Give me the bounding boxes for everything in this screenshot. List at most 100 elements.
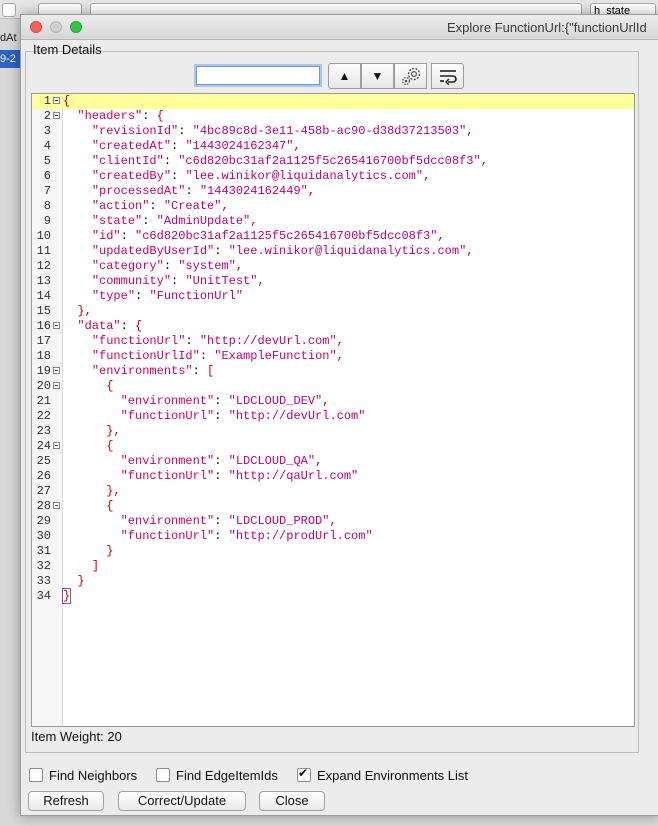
code-text: { <box>63 94 71 108</box>
code-text: "functionUrl": "http://prodUrl.com" <box>120 529 373 543</box>
code-line[interactable]: 5 "clientId": "c6d820bc31af2a1125f5c2654… <box>32 154 634 169</box>
code-area[interactable]: 1{2 "headers": {3 "revisionId": "4bc89c8… <box>32 94 634 604</box>
json-editor[interactable]: 1{2 "headers": {3 "revisionId": "4bc89c8… <box>31 93 635 727</box>
code-line[interactable]: 30 "functionUrl": "http://prodUrl.com" <box>32 529 634 544</box>
background-side-selected-row[interactable]: 9-2 <box>0 50 20 68</box>
item-details-label: Item Details <box>33 42 102 57</box>
fold-toggle-icon[interactable] <box>53 97 60 104</box>
code-line[interactable]: 19 "environments": [ <box>32 364 634 379</box>
close-button[interactable]: Close <box>259 791 325 811</box>
code-line[interactable]: 16 "data": { <box>32 319 634 334</box>
find-next-button[interactable]: ▼ <box>361 63 394 89</box>
line-number: 26 <box>36 469 51 483</box>
line-number: 16 <box>36 319 51 333</box>
item-weight-label: Item Weight: 20 <box>31 729 122 744</box>
code-text: "category": "system", <box>91 259 244 273</box>
code-text: "environment": "LDCLOUD_PROD", <box>120 514 337 528</box>
code-line[interactable]: 29 "environment": "LDCLOUD_PROD", <box>32 514 634 529</box>
find-neighbors-checkbox-row[interactable]: Find Neighbors <box>29 768 137 783</box>
line-number: 22 <box>36 409 51 423</box>
line-number: 19 <box>36 364 51 378</box>
code-line[interactable]: 10 "id": "c6d820bc31af2a1125f5c265416700… <box>32 229 634 244</box>
find-edgeitemids-checkbox[interactable] <box>156 768 170 782</box>
code-line[interactable]: 22 "functionUrl": "http://devUrl.com" <box>32 409 634 424</box>
line-number: 33 <box>36 574 51 588</box>
window-close-button[interactable] <box>30 21 42 33</box>
code-text: } <box>106 544 114 558</box>
line-number: 13 <box>36 274 51 288</box>
fold-toggle-icon[interactable] <box>53 322 60 329</box>
expand-environments-label: Expand Environments List <box>317 768 469 783</box>
background-stepper[interactable] <box>2 3 16 17</box>
code-line[interactable]: 11 "updatedByUserId": "lee.winikor@liqui… <box>32 244 634 259</box>
find-edgeitemids-checkbox-row[interactable]: Find EdgeItemIds <box>156 768 278 783</box>
code-line[interactable]: 7 "processedAt": "1443024162449", <box>32 184 634 199</box>
word-wrap-button[interactable] <box>431 63 464 89</box>
code-line[interactable]: 4 "createdAt": "1443024162347", <box>32 139 634 154</box>
code-line[interactable]: 25 "environment": "LDCLOUD_QA", <box>32 454 634 469</box>
code-line[interactable]: 28 { <box>32 499 634 514</box>
code-line[interactable]: 3 "revisionId": "4bc89c8d-3e11-458b-ac90… <box>32 124 634 139</box>
search-input[interactable] <box>196 66 320 85</box>
line-number: 3 <box>43 124 51 138</box>
find-previous-button[interactable]: ▲ <box>328 63 361 89</box>
code-line[interactable]: 26 "functionUrl": "http://qaUrl.com" <box>32 469 634 484</box>
code-line[interactable]: 13 "community": "UnitTest", <box>32 274 634 289</box>
line-number: 25 <box>36 454 51 468</box>
fold-toggle-icon[interactable] <box>53 442 60 449</box>
code-line[interactable]: 31 } <box>32 544 634 559</box>
line-number: 6 <box>43 169 51 183</box>
search-settings-button[interactable] <box>394 63 427 89</box>
line-number: 23 <box>36 424 51 438</box>
code-text: "createdBy": "lee.winikor@liquidanalytic… <box>91 169 431 183</box>
line-number: 24 <box>36 439 51 453</box>
code-text: "action": "Create", <box>91 199 229 213</box>
line-number: 1 <box>43 94 51 108</box>
fold-toggle-icon[interactable] <box>53 382 60 389</box>
expand-environments-checkbox[interactable] <box>297 766 311 782</box>
code-line[interactable]: 2 "headers": { <box>32 109 634 124</box>
code-text: } <box>77 574 85 588</box>
refresh-button[interactable]: Refresh <box>28 791 104 811</box>
code-line[interactable]: 27 }, <box>32 484 634 499</box>
code-text: "revisionId": "4bc89c8d-3e11-458b-ac90-d… <box>91 124 474 138</box>
expand-environments-checkbox-row[interactable]: Expand Environments List <box>297 766 469 783</box>
dialog-titlebar[interactable]: Explore FunctionUrl:{"functionUrlId <box>21 15 658 40</box>
correct-update-button[interactable]: Correct/Update <box>118 791 246 811</box>
code-line[interactable]: 17 "functionUrl": "http://devUrl.com", <box>32 334 634 349</box>
line-number: 5 <box>43 154 51 168</box>
code-text: "environments": [ <box>91 364 215 378</box>
code-line[interactable]: 9 "state": "AdminUpdate", <box>32 214 634 229</box>
line-number: 2 <box>43 109 51 123</box>
fold-toggle-icon[interactable] <box>53 502 60 509</box>
code-line[interactable]: 14 "type": "FunctionUrl" <box>32 289 634 304</box>
code-line[interactable]: 32 ] <box>32 559 634 574</box>
code-line[interactable]: 8 "action": "Create", <box>32 199 634 214</box>
line-number: 17 <box>36 334 51 348</box>
code-line[interactable]: 21 "environment": "LDCLOUD_DEV", <box>32 394 634 409</box>
fold-toggle-icon[interactable] <box>53 367 60 374</box>
window-minimize-button[interactable] <box>50 21 62 33</box>
fold-toggle-icon[interactable] <box>53 112 60 119</box>
code-text: "type": "FunctionUrl" <box>91 289 244 303</box>
code-line[interactable]: 24 { <box>32 439 634 454</box>
line-number: 14 <box>36 289 51 303</box>
window-zoom-button[interactable] <box>70 21 82 33</box>
line-number: 32 <box>36 559 51 573</box>
code-line[interactable]: 18 "functionUrlId": "ExampleFunction", <box>32 349 634 364</box>
line-number: 18 <box>36 349 51 363</box>
code-line[interactable]: 33 } <box>32 574 634 589</box>
code-text: "createdAt": "1443024162347", <box>91 139 301 153</box>
find-neighbors-checkbox[interactable] <box>29 768 43 782</box>
code-line[interactable]: 6 "createdBy": "lee.winikor@liquidanalyt… <box>32 169 634 184</box>
find-neighbors-label: Find Neighbors <box>49 768 138 783</box>
line-number: 29 <box>36 514 51 528</box>
code-text: "functionUrlId": "ExampleFunction", <box>91 349 344 363</box>
code-line[interactable]: 1{ <box>32 94 634 109</box>
code-line[interactable]: 20 { <box>32 379 634 394</box>
code-line[interactable]: 15 }, <box>32 304 634 319</box>
code-line[interactable]: 12 "category": "system", <box>32 259 634 274</box>
code-line[interactable]: 23 }, <box>32 424 634 439</box>
code-text: { <box>106 439 114 453</box>
code-line[interactable]: 34} <box>32 588 634 604</box>
